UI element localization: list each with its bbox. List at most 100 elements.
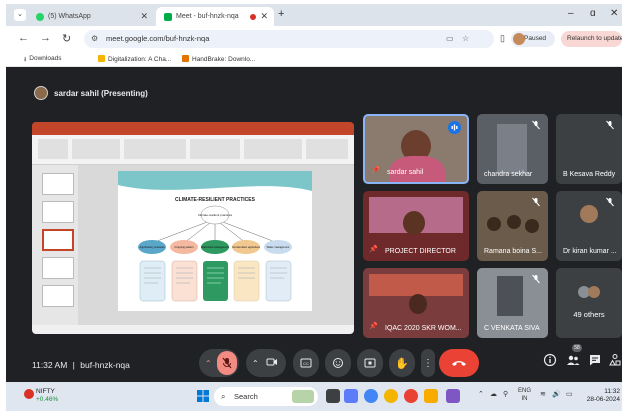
chat-button[interactable] <box>588 353 608 373</box>
mic-off-icon <box>222 357 232 369</box>
relaunch-button[interactable]: Relaunch to update <box>561 31 622 47</box>
close-tab-icon[interactable]: ✕ <box>260 11 268 22</box>
camera-options-icon[interactable]: ⌃ <box>252 359 259 368</box>
participant-tile[interactable]: Dr kiran kumar ... <box>556 191 622 261</box>
profile-button[interactable]: Paused <box>511 31 555 47</box>
wifi-icon[interactable]: ≋ <box>540 390 546 398</box>
participant-tile[interactable]: 📌 sardar sahil <box>363 114 469 184</box>
clock-date: 28-06-2024 <box>586 396 620 403</box>
raise-hand-button[interactable]: ✋ <box>389 349 415 377</box>
pin-icon[interactable]: 📌 <box>369 245 379 255</box>
tab-search-button[interactable]: ⌄ <box>14 9 26 21</box>
detail-box <box>171 260 198 302</box>
meeting-details-button[interactable] <box>543 353 563 373</box>
avatar <box>588 286 600 298</box>
slide-thumbnail[interactable] <box>42 229 74 251</box>
language-indicator[interactable]: ENG IN <box>518 387 531 403</box>
taskbar-search[interactable]: ⌕ Search <box>214 387 318 406</box>
cast-icon[interactable]: ▭ <box>446 30 454 48</box>
presentation-stage[interactable]: CLIMATE-RESILIENT PRACTICES Climate-resi… <box>32 122 354 334</box>
volume-icon[interactable]: 🔊 <box>552 390 561 398</box>
tab-whatsapp[interactable]: (5) WhatsApp ✕ <box>28 7 154 26</box>
onedrive-icon[interactable]: ☁ <box>490 390 497 398</box>
participant-name: B Kesava Reddy <box>563 171 616 178</box>
camera-control: ⌃ <box>246 349 286 377</box>
detail-box <box>265 260 292 302</box>
bookmark-digitalization[interactable]: Digitalization: A Cha... <box>98 55 171 63</box>
others-tile[interactable]: 49 others <box>556 268 622 338</box>
slide: CLIMATE-RESILIENT PRACTICES Climate-resi… <box>118 171 312 311</box>
reload-button[interactable]: ↻ <box>62 32 71 45</box>
slide-thumbnail[interactable] <box>42 285 74 307</box>
address-bar[interactable]: ⚙ meet.google.com/buf-hnzk-nqa ▭ ☆ <box>84 30 494 48</box>
mic-toggle-button[interactable] <box>217 351 237 375</box>
mic-off-icon <box>532 120 540 130</box>
more-options-button[interactable]: ⋮ <box>421 349 435 377</box>
app-icon[interactable] <box>446 389 460 403</box>
leave-call-button[interactable] <box>439 349 479 377</box>
app-icon[interactable] <box>344 389 358 403</box>
meet-icon <box>164 12 172 21</box>
captions-button[interactable]: CC <box>293 349 319 377</box>
minimize-button[interactable]: – <box>568 8 574 19</box>
slide-thumbnail[interactable] <box>42 201 74 223</box>
present-button[interactable] <box>357 349 383 377</box>
pin-icon[interactable]: 📌 <box>371 166 381 176</box>
bookmark-downloads[interactable]: ⭳ Downloads <box>24 55 61 63</box>
file-explorer-icon[interactable] <box>424 389 438 403</box>
avatar <box>513 33 525 45</box>
more-vert-icon: ⋮ <box>423 357 433 369</box>
bookmark-handbrake[interactable]: HandBrake: Downlo... <box>182 55 255 63</box>
svg-text:CC: CC <box>303 361 309 366</box>
participant-tile[interactable]: chandra sekhar <box>477 114 548 184</box>
windows-taskbar: NIFTY +0.46% ⌕ Search ⌃ ☁ ⚲ ENG IN ≋ 🔊 ▭… <box>6 382 622 411</box>
close-tab-icon[interactable]: ✕ <box>140 11 148 22</box>
bookmark-icon <box>98 55 105 62</box>
stock-widget[interactable]: NIFTY +0.46% <box>36 388 58 404</box>
activities-button[interactable] <box>608 353 622 373</box>
chrome-profile-icon[interactable] <box>384 389 398 403</box>
participant-tile[interactable]: 📌 PROJECT DIRECTOR <box>363 191 469 261</box>
show-hidden-icons[interactable]: ⌃ <box>478 390 484 398</box>
mic-options-icon[interactable]: ⌃ <box>205 359 212 368</box>
mind-map-diagram: CLIMATE-RESILIENT PRACTICES Climate-resi… <box>118 171 312 302</box>
slide-thumbnail[interactable] <box>42 257 74 279</box>
task-view-icon[interactable] <box>326 389 340 403</box>
mic-off-icon <box>606 197 614 207</box>
pin-icon[interactable]: 📌 <box>369 322 379 332</box>
participant-tile[interactable]: Ramana boina S... <box>477 191 548 261</box>
reactions-button[interactable] <box>325 349 351 377</box>
slide-thumbnail[interactable] <box>42 173 74 195</box>
tab-label: Meet - buf-hnzk-nqa <box>176 13 239 20</box>
battery-icon[interactable]: ▭ <box>566 390 573 398</box>
mic-off-icon <box>532 274 540 284</box>
bookmark-star-icon[interactable]: ☆ <box>462 30 469 48</box>
branch-label: Agroforestry practices <box>139 245 165 249</box>
chrome-icon[interactable] <box>364 389 378 403</box>
opera-icon[interactable] <box>404 389 418 403</box>
participant-name: Ramana boina S... <box>484 248 542 255</box>
site-info-icon[interactable]: ⚙ <box>91 30 98 48</box>
participant-tile[interactable]: 📌 IQAC 2020 SKR WOM... <box>363 268 469 338</box>
restore-button[interactable]: ɑ <box>590 8 596 19</box>
start-button[interactable] <box>196 389 210 403</box>
camera-toggle-button[interactable] <box>266 357 278 367</box>
taskbar-clock[interactable]: 11:32 28-06-2024 <box>586 388 620 404</box>
new-tab-button[interactable]: + <box>278 8 284 20</box>
participant-tile[interactable]: B Kesava Reddy <box>556 114 622 184</box>
detail-box <box>233 260 260 302</box>
people-button[interactable] <box>566 353 586 373</box>
meeting-code: buf-hnzk-nqa <box>80 360 130 370</box>
forward-button[interactable]: → <box>40 32 51 44</box>
close-window-button[interactable]: ✕ <box>610 8 618 19</box>
center-node-label: Climate-resilient practices <box>198 213 233 217</box>
search-icon: ⌕ <box>221 392 226 401</box>
back-button[interactable]: ← <box>18 32 29 44</box>
tab-meet[interactable]: Meet - buf-hnzk-nqa ✕ <box>156 7 274 26</box>
usb-icon[interactable]: ⚲ <box>503 390 508 398</box>
participant-tile[interactable]: C VENKATA SIVA <box>477 268 548 338</box>
slide-canvas: CLIMATE-RESILIENT PRACTICES Climate-resi… <box>78 165 354 325</box>
participant-name: C VENKATA SIVA <box>484 325 540 332</box>
side-panel-icon[interactable]: ▯ <box>500 33 505 44</box>
detail-box <box>203 261 228 301</box>
